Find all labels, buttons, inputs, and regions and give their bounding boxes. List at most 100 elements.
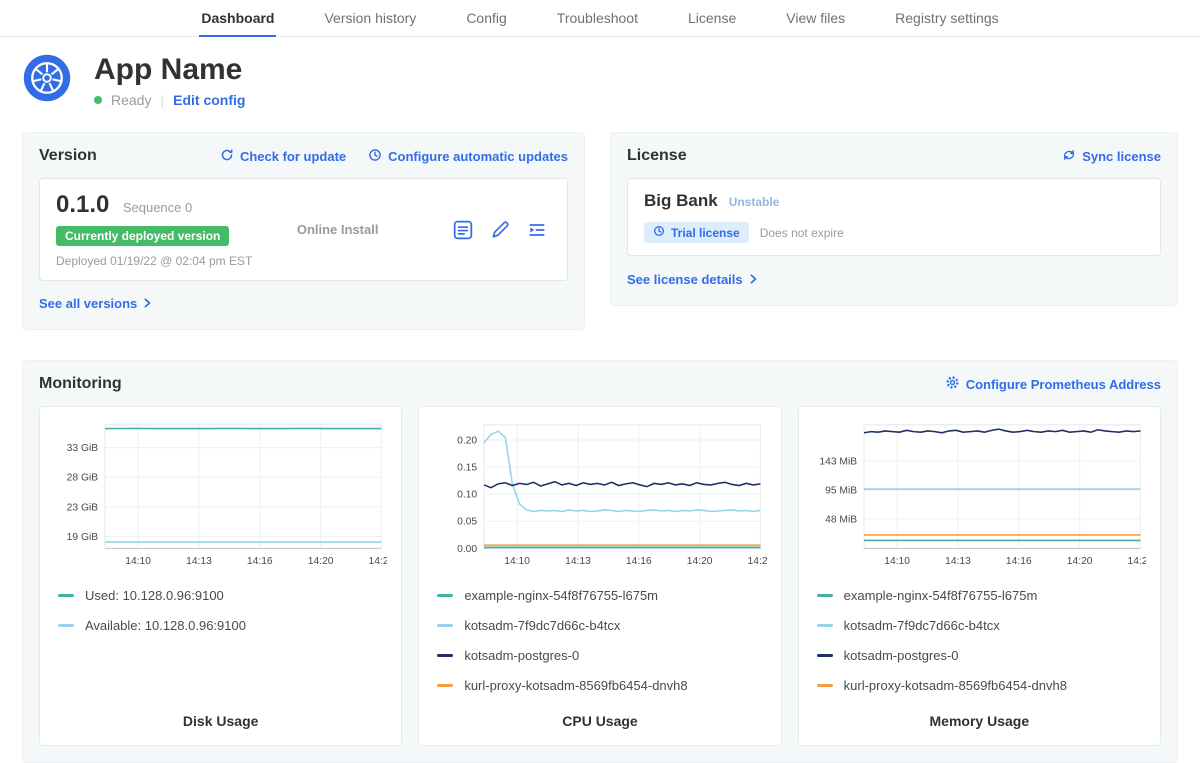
legend-item: kotsadm-7f9dc7d66c-b4tcx <box>817 618 1146 633</box>
license-panel: Big Bank Unstable Trial license Does not… <box>627 178 1161 256</box>
license-card-title: License <box>627 147 687 165</box>
sync-license-label: Sync license <box>1082 149 1161 164</box>
sync-icon <box>1062 148 1076 165</box>
app-header: App Name Ready | Edit config <box>0 37 1200 132</box>
version-card: Version Check for update Configure autom… <box>22 132 585 330</box>
svg-text:14:23: 14:23 <box>748 556 767 567</box>
tab-dashboard[interactable]: Dashboard <box>199 0 276 37</box>
legend-swatch <box>817 594 833 597</box>
svg-text:143 MiB: 143 MiB <box>819 456 857 467</box>
legend-label: kotsadm-7f9dc7d66c-b4tcx <box>844 618 1000 633</box>
svg-text:0.10: 0.10 <box>457 490 477 501</box>
chart-plot-memory-usage: 48 MiB 95 MiB 143 MiB 14:10 14:13 14:16 14:20 1… <box>813 417 1146 572</box>
svg-text:14:23: 14:23 <box>1127 556 1146 567</box>
see-license-details-link[interactable]: See license details <box>627 272 758 287</box>
legend-item: example-nginx-54f8f76755-l675m <box>817 588 1146 603</box>
chevron-right-icon <box>748 272 758 287</box>
chart-plot-disk-usage: 19 GiB23 GiB28 GiB33 GiB14:1014:1314:161… <box>54 417 387 572</box>
chart-card-cpu-usage: 0.000.050.100.150.2014:1014:1314:1614:20… <box>418 406 781 746</box>
tab-license[interactable]: License <box>686 0 738 37</box>
legend-label: kotsadm-postgres-0 <box>844 648 959 663</box>
tab-registry-settings[interactable]: Registry settings <box>893 0 1000 37</box>
legend-label: Available: 10.128.0.96:9100 <box>85 618 246 633</box>
tab-troubleshoot[interactable]: Troubleshoot <box>555 0 640 37</box>
legend-label: kotsadm-7f9dc7d66c-b4tcx <box>464 618 620 633</box>
configure-automatic-updates-label: Configure automatic updates <box>388 149 568 164</box>
svg-text:14:10: 14:10 <box>884 556 910 567</box>
legend-swatch <box>817 624 833 627</box>
svg-text:0.00: 0.00 <box>457 544 477 555</box>
svg-text:14:13: 14:13 <box>945 556 971 567</box>
trial-license-label: Trial license <box>671 226 740 240</box>
svg-text:19 GiB: 19 GiB <box>67 532 99 543</box>
chart-legend: example-nginx-54f8f76755-l675m kotsadm-7f… <box>813 588 1146 693</box>
legend-item: Available: 10.128.0.96:9100 <box>58 618 387 633</box>
tab-config[interactable]: Config <box>464 0 508 37</box>
svg-text:14:20: 14:20 <box>308 556 334 567</box>
configure-prometheus-link[interactable]: Configure Prometheus Address <box>945 375 1161 393</box>
deployed-badge: Currently deployed version <box>56 226 229 246</box>
chart-legend: Used: 10.128.0.96:9100 Available: 10.128.… <box>54 588 387 633</box>
sync-license-link[interactable]: Sync license <box>1062 148 1161 165</box>
summary-cards-row: Version Check for update Configure autom… <box>0 132 1200 330</box>
svg-text:14:10: 14:10 <box>125 556 151 567</box>
svg-text:14:20: 14:20 <box>1066 556 1092 567</box>
monitoring-title: Monitoring <box>39 375 122 393</box>
legend-item: kurl-proxy-kotsadm-8569fb6454-dnvh8 <box>817 678 1146 693</box>
page-title: App Name <box>94 53 245 87</box>
tab-view-files[interactable]: View files <box>784 0 847 37</box>
check-for-update-link[interactable]: Check for update <box>220 148 346 165</box>
legend-swatch <box>817 654 833 657</box>
legend-swatch <box>437 594 453 597</box>
svg-text:14:16: 14:16 <box>626 556 652 567</box>
clock-icon <box>368 148 382 165</box>
license-card: License Sync license Big Bank Unstable T… <box>610 132 1178 306</box>
release-notes-icon[interactable] <box>453 220 473 240</box>
version-card-title: Version <box>39 147 97 165</box>
svg-text:14:16: 14:16 <box>1006 556 1032 567</box>
svg-text:48 MiB: 48 MiB <box>825 514 857 525</box>
svg-text:0.05: 0.05 <box>457 517 477 528</box>
svg-text:14:20: 14:20 <box>687 556 713 567</box>
see-all-versions-link[interactable]: See all versions <box>39 296 152 311</box>
configure-automatic-updates-link[interactable]: Configure automatic updates <box>368 148 568 165</box>
gear-icon <box>945 375 960 393</box>
monitoring-card: Monitoring Configure Prometheus Address … <box>22 360 1178 763</box>
chart-card-disk-usage: 19 GiB23 GiB28 GiB33 GiB14:1014:1314:161… <box>39 406 402 746</box>
chart-title: CPU Usage <box>433 693 766 729</box>
legend-item: Used: 10.128.0.96:9100 <box>58 588 387 603</box>
customer-name: Big Bank <box>644 191 718 211</box>
status-text: Ready <box>111 92 151 108</box>
install-type-label: Online Install <box>297 222 379 237</box>
legend-label: kotsadm-postgres-0 <box>464 648 579 663</box>
legend-item: kotsadm-postgres-0 <box>437 648 766 663</box>
deploy-logs-icon[interactable] <box>527 220 547 240</box>
chart-legend: example-nginx-54f8f76755-l675m kotsadm-7f… <box>433 588 766 693</box>
divider: | <box>160 92 164 108</box>
status-dot <box>94 96 102 104</box>
edit-config-link[interactable]: Edit config <box>173 92 245 108</box>
legend-swatch <box>817 684 833 687</box>
legend-label: example-nginx-54f8f76755-l675m <box>464 588 658 603</box>
legend-label: kurl-proxy-kotsadm-8569fb6454-dnvh8 <box>464 678 687 693</box>
svg-text:23 GiB: 23 GiB <box>67 502 99 513</box>
legend-label: example-nginx-54f8f76755-l675m <box>844 588 1038 603</box>
current-version-panel: 0.1.0 Sequence 0 Currently deployed vers… <box>39 178 568 281</box>
check-for-update-label: Check for update <box>240 149 346 164</box>
refresh-icon <box>220 148 234 165</box>
legend-swatch <box>437 654 453 657</box>
tab-version-history[interactable]: Version history <box>322 0 418 37</box>
svg-text:28 GiB: 28 GiB <box>67 473 99 484</box>
trial-license-badge: Trial license <box>644 222 749 243</box>
version-number: 0.1.0 <box>56 191 109 218</box>
svg-text:14:10: 14:10 <box>505 556 531 567</box>
legend-label: Used: 10.128.0.96:9100 <box>85 588 224 603</box>
legend-label: kurl-proxy-kotsadm-8569fb6454-dnvh8 <box>844 678 1067 693</box>
legend-item: kurl-proxy-kotsadm-8569fb6454-dnvh8 <box>437 678 766 693</box>
edit-config-icon[interactable] <box>490 220 510 240</box>
sequence-label: Sequence 0 <box>123 200 192 215</box>
channel-label: Unstable <box>729 195 780 209</box>
svg-text:95 MiB: 95 MiB <box>825 486 857 497</box>
legend-swatch <box>437 684 453 687</box>
chart-title: Disk Usage <box>54 693 387 729</box>
